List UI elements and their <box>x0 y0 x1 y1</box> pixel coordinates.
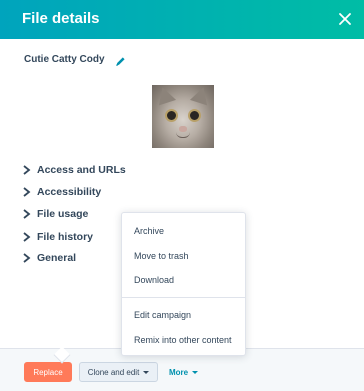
menu-item-move-to-trash[interactable]: Move to trash <box>134 251 189 261</box>
section-label: General <box>37 252 77 264</box>
file-thumbnail <box>152 85 214 148</box>
menu-divider <box>122 297 245 298</box>
file-name-row: Cutie Catty Cody <box>24 54 126 66</box>
close-button[interactable] <box>334 8 356 30</box>
clone-and-edit-label: Clone and edit <box>87 367 140 377</box>
caret-down-icon <box>192 370 199 374</box>
pencil-icon[interactable] <box>115 54 126 66</box>
chevron-right-icon <box>23 253 31 263</box>
replace-button[interactable]: Replace <box>24 362 72 382</box>
section-file-history[interactable]: File history <box>22 231 93 243</box>
menu-item-remix[interactable]: Remix into other content <box>134 335 232 345</box>
more-button[interactable]: More <box>169 362 199 382</box>
chevron-right-icon <box>23 165 31 175</box>
section-label: File usage <box>37 208 89 220</box>
file-name: Cutie Catty Cody <box>24 54 105 65</box>
menu-item-edit-campaign[interactable]: Edit campaign <box>134 310 191 320</box>
menu-item-archive[interactable]: Archive <box>134 226 164 236</box>
section-general[interactable]: General <box>22 252 76 264</box>
more-dropdown-menu: Archive Move to trash Download Edit camp… <box>121 212 246 356</box>
section-label: Accessibility <box>37 186 102 198</box>
section-label: File history <box>37 231 94 243</box>
caret-down-icon <box>143 370 150 374</box>
chevron-right-icon <box>23 232 31 242</box>
section-access-and-urls[interactable]: Access and URLs <box>22 164 126 176</box>
section-label: Access and URLs <box>37 164 126 176</box>
more-label: More <box>169 367 189 377</box>
close-icon <box>339 13 351 25</box>
menu-item-download[interactable]: Download <box>134 275 174 285</box>
chevron-right-icon <box>23 187 31 197</box>
chevron-right-icon <box>23 209 31 219</box>
panel-header: File details <box>0 0 364 39</box>
clone-and-edit-button[interactable]: Clone and edit <box>79 362 158 382</box>
section-accessibility[interactable]: Accessibility <box>22 186 101 198</box>
section-file-usage[interactable]: File usage <box>22 208 88 220</box>
panel-title: File details <box>22 10 100 27</box>
